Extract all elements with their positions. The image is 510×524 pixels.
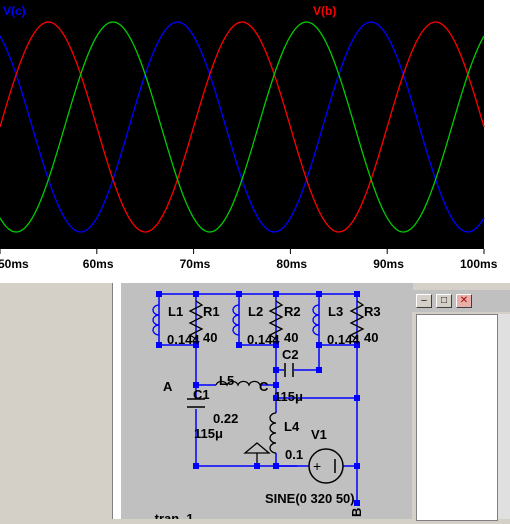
- waveform-viewer[interactable]: V(c) V(b) 50ms 60ms 70ms 80ms 90ms 100ms: [0, 0, 510, 283]
- trace-label-vc[interactable]: V(c): [3, 4, 26, 18]
- label-l5[interactable]: L5: [219, 373, 234, 388]
- spice-directive[interactable]: .tran .1: [151, 511, 194, 524]
- label-r3[interactable]: R3: [364, 304, 381, 319]
- value-l2[interactable]: 0.144: [247, 332, 280, 347]
- node-a-label[interactable]: A: [163, 379, 173, 394]
- secondary-window[interactable]: – □ ✕: [412, 290, 510, 521]
- ground-icon: [243, 442, 271, 466]
- restore-icon: □: [440, 295, 448, 306]
- value-r1[interactable]: 40: [203, 330, 217, 345]
- value-l1[interactable]: 0.144: [167, 332, 200, 347]
- inductor-l4[interactable]: [269, 412, 277, 454]
- trace-label-vb[interactable]: V(b): [313, 4, 336, 18]
- schematic-drawing[interactable]: + L1 R1 40 0.144 L2 R2 40 0.144 L3 R3 40…: [121, 283, 413, 524]
- x-tick-label: 90ms: [373, 257, 404, 271]
- schematic-window[interactable]: + L1 R1 40 0.144 L2 R2 40 0.144 L3 R3 40…: [112, 283, 413, 524]
- node-b-label[interactable]: B: [349, 508, 364, 517]
- inductor-l1[interactable]: [152, 304, 160, 336]
- x-tick-label: 100ms: [460, 257, 498, 271]
- label-l3[interactable]: L3: [328, 304, 343, 319]
- close-button[interactable]: ✕: [456, 294, 472, 308]
- waveform-plot[interactable]: V(c) V(b) 50ms 60ms 70ms 80ms 90ms 100ms: [0, 0, 510, 283]
- value-c2[interactable]: 115μ: [274, 389, 303, 404]
- restore-button[interactable]: □: [436, 294, 452, 308]
- minimize-icon: –: [421, 295, 427, 306]
- minimize-button[interactable]: –: [416, 294, 432, 308]
- inductor-l2[interactable]: [232, 304, 240, 336]
- value-l3[interactable]: 0.144: [327, 332, 360, 347]
- value-l5[interactable]: 0.22: [213, 411, 238, 426]
- label-c1[interactable]: C1: [193, 387, 210, 402]
- schematic-canvas[interactable]: + L1 R1 40 0.144 L2 R2 40 0.144 L3 R3 40…: [121, 283, 413, 524]
- svg-text:+: +: [313, 458, 321, 474]
- secondary-window-titlebar[interactable]: – □ ✕: [412, 290, 510, 312]
- secondary-window-body: [416, 314, 498, 521]
- node-c-label[interactable]: C: [259, 379, 269, 394]
- close-icon: ✕: [459, 295, 469, 306]
- x-tick-label: 70ms: [180, 257, 211, 271]
- label-l1[interactable]: L1: [168, 304, 183, 319]
- x-tick-label: 80ms: [276, 257, 307, 271]
- voltage-source-v1[interactable]: +: [308, 448, 344, 484]
- plot-background: [0, 0, 484, 249]
- label-c2[interactable]: C2: [282, 347, 299, 362]
- inductor-l3[interactable]: [312, 304, 320, 336]
- value-c1[interactable]: 115μ: [194, 426, 223, 441]
- label-l4[interactable]: L4: [284, 419, 300, 434]
- label-r2[interactable]: R2: [284, 304, 301, 319]
- value-r2[interactable]: 40: [284, 330, 298, 345]
- value-r3[interactable]: 40: [364, 330, 378, 345]
- value-v1[interactable]: SINE(0 320 50): [265, 491, 355, 506]
- label-v1[interactable]: V1: [311, 427, 327, 442]
- value-l4[interactable]: 0.1: [285, 447, 303, 462]
- x-tick-label: 50ms: [0, 257, 29, 271]
- vertical-scrollbar[interactable]: [498, 314, 510, 519]
- label-l2[interactable]: L2: [248, 304, 263, 319]
- label-r1[interactable]: R1: [203, 304, 220, 319]
- x-tick-label: 60ms: [83, 257, 114, 271]
- capacitor-c2[interactable]: [284, 363, 294, 377]
